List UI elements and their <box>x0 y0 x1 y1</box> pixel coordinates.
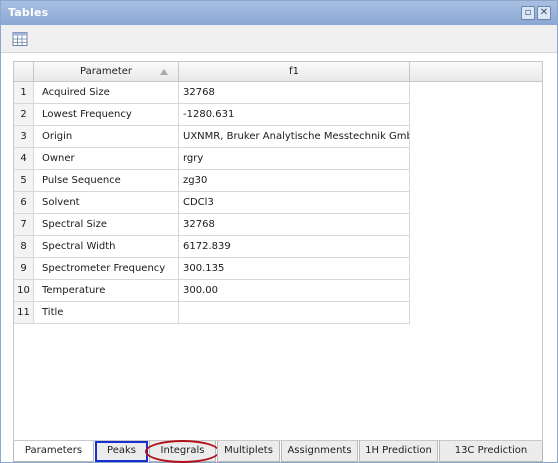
parameter-cell[interactable]: Owner <box>34 148 179 170</box>
table-row[interactable]: 1 Acquired Size 32768 <box>14 82 410 104</box>
tab-integrals[interactable]: Integrals <box>149 441 216 462</box>
row-number: 10 <box>14 280 34 302</box>
value-cell[interactable]: UXNMR, Bruker Analytische Messtechnik Gm… <box>179 126 410 148</box>
tab-1h-prediction[interactable]: 1H Prediction <box>359 441 438 462</box>
column-header-label: Parameter <box>79 66 133 77</box>
parameters-table: Parameter f1 1 Acquired Size 32768 2 Lowest … <box>13 61 543 441</box>
row-number: 6 <box>14 192 34 214</box>
table-header: Parameter f1 <box>14 62 542 82</box>
table-row[interactable]: 3 Origin UXNMR, Bruker Analytische Messtec… <box>14 126 410 148</box>
value-cell[interactable]: 300.00 <box>179 280 410 302</box>
tables-window: Tables ▫ ✕ Parameter f1 1 Acquired Size … <box>0 0 558 463</box>
value-cell[interactable]: -1280.631 <box>179 104 410 126</box>
parameter-cell[interactable]: Acquired Size <box>34 82 179 104</box>
parameter-cell[interactable]: Lowest Frequency <box>34 104 179 126</box>
row-number: 9 <box>14 258 34 280</box>
parameter-cell[interactable]: Solvent <box>34 192 179 214</box>
table-row[interactable]: 9 Spectrometer Frequency 300.135 <box>14 258 410 280</box>
row-number: 3 <box>14 126 34 148</box>
value-cell[interactable] <box>179 302 410 324</box>
row-number: 1 <box>14 82 34 104</box>
table-row[interactable]: 8 Spectral Width 6172.839 <box>14 236 410 258</box>
column-header-parameter[interactable]: Parameter <box>34 62 179 82</box>
tab-parameters[interactable]: Parameters <box>13 441 94 462</box>
table-row[interactable]: 7 Spectral Size 32768 <box>14 214 410 236</box>
row-number: 8 <box>14 236 34 258</box>
tab-multiplets[interactable]: Multiplets <box>217 441 280 462</box>
row-number: 2 <box>14 104 34 126</box>
row-number-header <box>14 62 34 82</box>
value-cell[interactable]: 32768 <box>179 214 410 236</box>
table-row[interactable]: 10 Temperature 300.00 <box>14 280 410 302</box>
value-cell[interactable]: 300.135 <box>179 258 410 280</box>
title-bar: Tables ▫ ✕ <box>1 1 557 25</box>
toolbar <box>1 25 557 53</box>
table-grid-icon[interactable] <box>12 31 28 47</box>
row-number: 4 <box>14 148 34 170</box>
parameter-cell[interactable]: Origin <box>34 126 179 148</box>
parameter-cell[interactable]: Title <box>34 302 179 324</box>
parameter-cell[interactable]: Spectrometer Frequency <box>34 258 179 280</box>
table-row[interactable]: 6 Solvent CDCl3 <box>14 192 410 214</box>
table-row[interactable]: 5 Pulse Sequence zg30 <box>14 170 410 192</box>
table-row[interactable]: 2 Lowest Frequency -1280.631 <box>14 104 410 126</box>
table-row[interactable]: 4 Owner rgry <box>14 148 410 170</box>
value-cell[interactable]: 6172.839 <box>179 236 410 258</box>
window-title: Tables <box>8 6 49 19</box>
row-number: 7 <box>14 214 34 236</box>
parameter-cell[interactable]: Pulse Sequence <box>34 170 179 192</box>
column-header-f1[interactable]: f1 <box>179 62 410 82</box>
value-cell[interactable]: rgry <box>179 148 410 170</box>
restore-icon[interactable]: ▫ <box>521 6 535 20</box>
tab-strip: Parameters Peaks Integrals Multiplets Assign… <box>13 440 543 463</box>
parameter-cell[interactable]: Spectral Width <box>34 236 179 258</box>
tab-peaks[interactable]: Peaks <box>95 441 148 462</box>
tab-assignments[interactable]: Assignments <box>281 441 358 462</box>
close-icon[interactable]: ✕ <box>537 6 551 20</box>
column-header-label: f1 <box>289 66 299 77</box>
row-number: 11 <box>14 302 34 324</box>
row-number: 5 <box>14 170 34 192</box>
parameter-cell[interactable]: Temperature <box>34 280 179 302</box>
parameter-cell[interactable]: Spectral Size <box>34 214 179 236</box>
table-row[interactable]: 11 Title <box>14 302 410 324</box>
value-cell[interactable]: zg30 <box>179 170 410 192</box>
sort-ascending-icon <box>160 69 168 75</box>
value-cell[interactable]: CDCl3 <box>179 192 410 214</box>
tab-13c-prediction[interactable]: 13C Prediction <box>439 441 543 462</box>
value-cell[interactable]: 32768 <box>179 82 410 104</box>
